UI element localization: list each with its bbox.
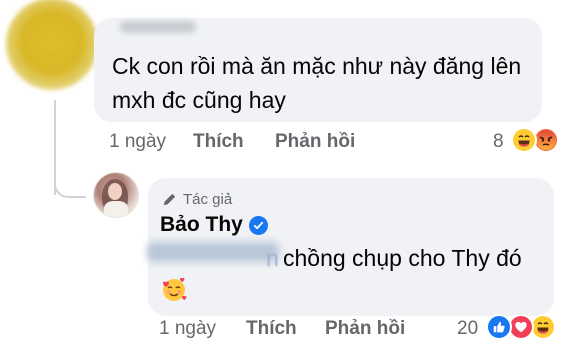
commenter-avatar[interactable] xyxy=(6,0,98,90)
author-badge-label: Tác giả xyxy=(183,191,233,208)
comment-text-line-1: Ck con rồi mà ăn mặc như này đăng lên xyxy=(112,53,522,79)
commenter-name-blurred[interactable] xyxy=(120,21,196,33)
smiling-face-with-hearts-emoji xyxy=(160,275,188,308)
laughing-emoji-icon-svg xyxy=(514,130,534,150)
reply-link[interactable]: Phản hồi xyxy=(275,131,355,153)
comment-text-line-2: mxh đc cũng hay xyxy=(112,87,286,113)
reply-text: chồng chụp cho Thy đó xyxy=(283,245,522,271)
reply-reply-link[interactable]: Phản hồi xyxy=(325,318,405,340)
thumbs-up-icon xyxy=(493,321,505,333)
like-link[interactable]: Thích xyxy=(193,131,244,153)
angry-emoji-icon-svg xyxy=(536,130,556,150)
avatar-shirt xyxy=(104,201,128,217)
comment-timestamp[interactable]: 1 ngày xyxy=(109,131,166,153)
laughing-emoji-icon-svg xyxy=(533,317,553,337)
tagged-name-tail: n xyxy=(266,245,279,271)
laughing-emoji-icon[interactable] xyxy=(511,127,537,153)
avatar-face xyxy=(108,183,122,200)
author-name[interactable]: Bảo Thy xyxy=(160,213,268,237)
author-badge: Tác giả xyxy=(162,191,232,208)
thread-connector-curve xyxy=(54,176,86,198)
reply-like-link[interactable]: Thích xyxy=(246,318,297,340)
heart-icon xyxy=(515,321,527,333)
author-name-label[interactable]: Bảo Thy xyxy=(160,213,243,237)
verified-badge-icon xyxy=(248,215,268,235)
reply-reply-label[interactable]: Phản hồi xyxy=(325,318,405,339)
tagged-name-blurred[interactable] xyxy=(147,242,279,262)
reply-like-label[interactable]: Thích xyxy=(246,318,297,339)
checkmark-icon xyxy=(253,221,263,229)
reply-timestamp[interactable]: 1 ngày xyxy=(159,318,216,340)
reply-label[interactable]: Phản hồi xyxy=(275,131,355,152)
reply-reaction-count[interactable]: 20 xyxy=(457,318,478,340)
like-label[interactable]: Thích xyxy=(193,131,244,152)
author-avatar[interactable] xyxy=(93,172,139,218)
smiling-face-with-hearts-icon xyxy=(163,277,187,301)
reaction-count[interactable]: 8 xyxy=(493,131,504,153)
pen-icon xyxy=(163,193,176,206)
like-icon[interactable] xyxy=(486,314,512,340)
